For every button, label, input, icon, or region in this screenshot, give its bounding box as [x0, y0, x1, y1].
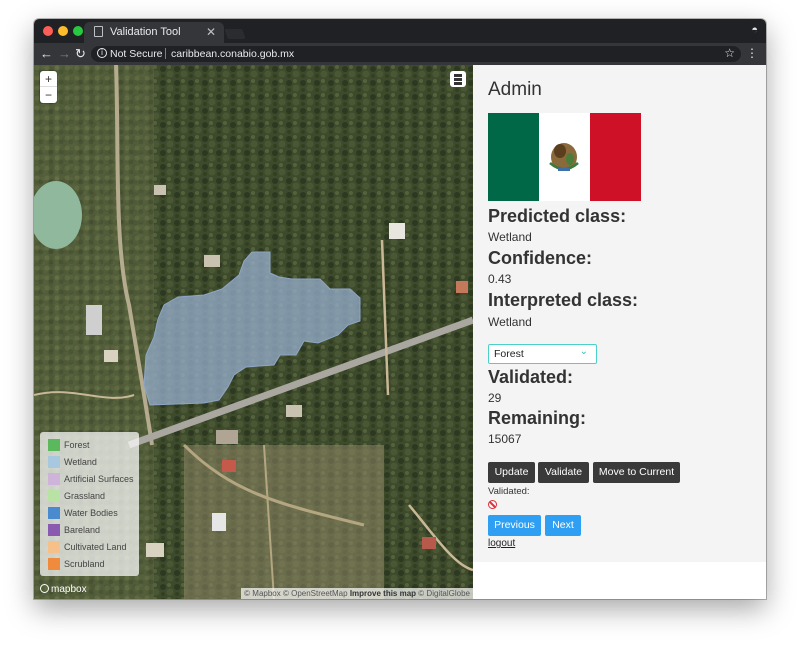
validated-count: 29: [488, 391, 502, 405]
reload-icon[interactable]: ↻: [75, 46, 86, 62]
attribution-digitalglobe[interactable]: © DigitalGlobe: [418, 589, 470, 598]
minimize-window-button[interactable]: [58, 26, 68, 36]
browser-tab[interactable]: Validation Tool ✕: [84, 22, 224, 43]
panel-footer-space: [473, 562, 766, 599]
predicted-class-heading: Predicted class:: [488, 206, 627, 226]
interpreted-class-heading: Interpreted class:: [488, 290, 639, 310]
validated-status-label: Validated:: [488, 486, 530, 497]
new-tab-button[interactable]: [224, 29, 246, 39]
legend-swatch: [48, 558, 60, 570]
zoom-out-button[interactable]: −: [40, 87, 57, 103]
legend-label: Forest: [64, 440, 90, 450]
tab-close-icon[interactable]: ✕: [206, 25, 216, 39]
interpreted-class-value: Wetland: [488, 315, 532, 329]
incognito-icon: ◓: [751, 24, 758, 36]
legend-swatch: [48, 541, 60, 553]
zoom-control: + −: [40, 71, 57, 103]
attribution-copyright[interactable]: © Mapbox © OpenStreetMap: [244, 589, 347, 598]
legend-label: Cultivated Land: [64, 542, 127, 552]
legend-label: Bareland: [64, 525, 101, 535]
mapbox-logo-text: mapbox: [51, 584, 87, 595]
not-validated-icon: [488, 500, 497, 509]
improve-map-link[interactable]: Improve this map: [350, 589, 416, 598]
legend-swatch: [48, 439, 60, 451]
legend-swatch: [48, 524, 60, 536]
update-button[interactable]: Update: [488, 462, 535, 483]
legend-label: Artificial Surfaces: [64, 474, 134, 484]
class-select-value: Forest: [494, 348, 524, 360]
layers-icon[interactable]: [450, 71, 466, 87]
security-label: Not Secure: [110, 48, 163, 60]
mexico-flag: [488, 113, 641, 201]
title-bar: Validation Tool ✕ ◓: [34, 19, 766, 43]
map-legend: Forest Wetland Artificial Surfaces Grass…: [40, 432, 139, 576]
chevron-down-icon: ⌄: [579, 346, 588, 357]
legend-label: Grassland: [64, 491, 106, 501]
legend-label: Water Bodies: [64, 508, 118, 518]
browser-toolbar: ← → ↻ i Not Secure caribbean.conabio.gob…: [34, 43, 766, 65]
legend-swatch: [48, 456, 60, 468]
map-attribution: © Mapbox © OpenStreetMap Improve this ma…: [241, 588, 473, 599]
legend-label: Wetland: [64, 457, 97, 467]
zoom-in-button[interactable]: +: [40, 71, 57, 87]
coat-of-arms-icon: [549, 143, 579, 171]
predicted-class-value: Wetland: [488, 230, 532, 244]
bookmark-star-icon[interactable]: ☆: [724, 46, 735, 60]
url-text[interactable]: caribbean.conabio.gob.mx: [171, 48, 294, 60]
tab-title: Validation Tool: [110, 26, 181, 38]
previous-button[interactable]: Previous: [488, 515, 541, 536]
remaining-count: 15067: [488, 432, 522, 446]
confidence-heading: Confidence:: [488, 248, 593, 268]
user-name: Admin: [488, 79, 542, 100]
back-icon[interactable]: ←: [40, 46, 53, 62]
legend-label: Scrubland: [64, 559, 105, 569]
legend-swatch: [48, 490, 60, 502]
remaining-heading: Remaining:: [488, 408, 587, 428]
validation-panel: Admin Predicted class: Wetland Confidenc…: [473, 65, 766, 562]
address-bar[interactable]: i Not Secure caribbean.conabio.gob.mx ☆: [91, 46, 741, 62]
class-select[interactable]: Forest ⌄: [488, 344, 597, 364]
browser-menu-icon[interactable]: ⋮: [746, 46, 758, 60]
close-window-button[interactable]: [43, 26, 53, 36]
move-to-current-button[interactable]: Move to Current: [593, 462, 680, 483]
validate-button[interactable]: Validate: [538, 462, 589, 483]
legend-swatch: [48, 507, 60, 519]
address-separator: [165, 48, 166, 59]
satellite-map[interactable]: + − Forest Wetland Artificial Surfaces G…: [34, 65, 473, 599]
logout-link[interactable]: logout: [488, 538, 515, 549]
legend-swatch: [48, 473, 60, 485]
maximize-window-button[interactable]: [73, 26, 83, 36]
validated-heading: Validated:: [488, 367, 574, 387]
browser-window: Validation Tool ✕ ◓ ← → ↻ i Not Secure c…: [34, 19, 766, 599]
forward-icon[interactable]: →: [58, 46, 71, 62]
mapbox-logo-icon: [40, 584, 49, 593]
next-button[interactable]: Next: [545, 515, 581, 536]
page-icon: [94, 26, 103, 37]
confidence-value: 0.43: [488, 272, 512, 286]
info-icon[interactable]: i: [97, 48, 107, 58]
mapbox-logo[interactable]: mapbox: [40, 584, 87, 595]
